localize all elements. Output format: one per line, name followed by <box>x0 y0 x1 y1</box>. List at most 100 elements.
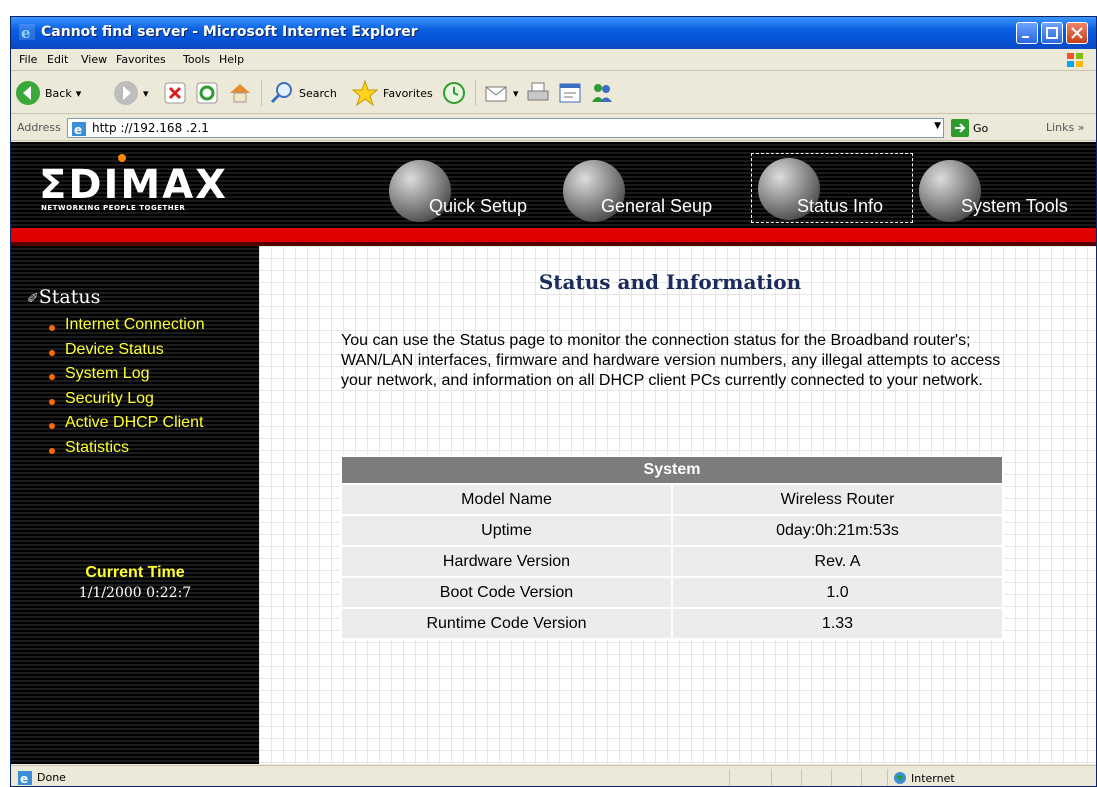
main-content: Status and Information You can use the S… <box>259 246 1096 764</box>
row-value: 1.33 <box>671 607 1004 640</box>
address-bar: Address e http ://192.168 .2.1 ▼ Go Link… <box>11 115 1096 141</box>
current-time-value: 1/1/2000 0:22:7 <box>78 585 192 601</box>
print-button[interactable] <box>525 78 551 108</box>
search-button[interactable]: Search <box>269 78 337 108</box>
refresh-button[interactable] <box>195 78 219 108</box>
row-label: Hardware Version <box>340 545 673 578</box>
sidebar-item-active-dhcp-client[interactable]: Active DHCP Client <box>47 414 203 432</box>
current-time-title: Current Time <box>85 564 185 581</box>
close-button[interactable] <box>1066 22 1088 44</box>
chevron-down-icon: ▾ <box>513 86 519 100</box>
search-icon <box>270 82 292 104</box>
sidebar-item-device-status[interactable]: Device Status <box>47 341 164 359</box>
page-content: ΣDIMAX NETWORKING PEOPLE TOGETHER Quick … <box>11 142 1096 764</box>
sidebar-item-internet-connection[interactable]: Internet Connection <box>47 316 205 334</box>
stop-icon <box>164 82 186 104</box>
header-red-bar <box>11 228 1096 242</box>
table-header: System <box>340 455 1004 485</box>
edit-button[interactable] <box>557 78 583 108</box>
star-icon <box>351 79 379 107</box>
back-arrow-icon <box>16 81 40 105</box>
menu-file[interactable]: File <box>19 53 37 66</box>
row-value: Rev. A <box>671 545 1004 578</box>
sidebar: ✐Status Internet Connection Device Statu… <box>11 246 259 764</box>
close-icon <box>1071 27 1083 39</box>
toolbar-separator <box>475 80 476 106</box>
menu-edit[interactable]: Edit <box>47 53 68 66</box>
nav-quick-setup[interactable]: Quick Setup <box>389 160 559 222</box>
logo-dot <box>118 154 126 162</box>
toolbar: Back ▾ ▾ Search Favorites ▾ <box>11 72 1096 114</box>
status-bar: e Done Internet <box>11 765 1096 786</box>
edimax-logo: ΣDIMAX <box>39 162 229 208</box>
row-value: 0day:0h:21m:53s <box>671 514 1004 547</box>
stop-button[interactable] <box>163 78 187 108</box>
address-label: Address <box>17 121 61 134</box>
menu-tools[interactable]: Tools <box>183 53 210 66</box>
home-button[interactable] <box>227 78 253 108</box>
status-text: Done <box>37 771 66 784</box>
menu-help[interactable]: Help <box>219 53 244 66</box>
table-row: Boot Code Version 1.0 <box>340 576 1004 609</box>
maximize-icon <box>1046 27 1058 39</box>
chevron-down-icon: ▾ <box>75 86 82 100</box>
messenger-icon <box>592 84 612 102</box>
go-button[interactable]: Go <box>951 119 988 137</box>
minimize-icon <box>1022 36 1029 38</box>
checkmark-icon: ✐ <box>27 291 39 307</box>
maximize-button[interactable] <box>1041 22 1063 44</box>
table-row: Model Name Wireless Router <box>340 483 1004 516</box>
history-icon <box>443 82 465 104</box>
page-description: You can use the Status page to monitor t… <box>341 332 1001 389</box>
row-label: Boot Code Version <box>340 576 673 609</box>
ie-icon: e <box>19 24 35 40</box>
system-table: System Model Name Wireless Router Uptime… <box>340 455 1004 640</box>
row-label: Uptime <box>340 514 673 547</box>
page-title: Status and Information <box>538 270 802 294</box>
nav-general-setup[interactable]: General Seup <box>563 160 741 222</box>
address-input[interactable]: e http ://192.168 .2.1 ▼ <box>67 118 944 138</box>
row-value: Wireless Router <box>671 483 1004 516</box>
back-button[interactable]: Back ▾ <box>15 78 81 108</box>
minimize-button[interactable] <box>1016 22 1038 44</box>
mail-button[interactable]: ▾ <box>483 78 519 108</box>
links-button[interactable]: Links » <box>1046 121 1085 134</box>
security-zone[interactable]: Internet <box>893 771 955 785</box>
menu-favorites[interactable]: Favorites <box>116 53 166 66</box>
forward-button[interactable]: ▾ <box>113 78 149 108</box>
table-row: Runtime Code Version 1.33 <box>340 607 1004 640</box>
menu-view[interactable]: View <box>81 53 107 66</box>
history-button[interactable] <box>441 78 467 108</box>
row-value: 1.0 <box>671 576 1004 609</box>
nav-status-info[interactable]: Status Info <box>751 153 913 223</box>
row-label: Model Name <box>340 483 673 516</box>
svg-text:e: e <box>21 24 31 40</box>
refresh-icon <box>196 82 218 104</box>
favorites-button[interactable]: Favorites <box>351 78 433 108</box>
title-bar[interactable]: e Cannot find server - Microsoft Interne… <box>11 17 1096 49</box>
window-title: Cannot find server - Microsoft Internet … <box>41 24 418 40</box>
sidebar-item-system-log[interactable]: System Log <box>47 365 149 383</box>
svg-text:e: e <box>20 772 28 786</box>
mail-icon <box>485 86 507 102</box>
forward-arrow-icon <box>114 81 138 105</box>
windows-logo-icon <box>1067 53 1083 67</box>
home-icon <box>230 84 250 103</box>
page-icon: e <box>72 122 86 137</box>
sidebar-item-security-log[interactable]: Security Log <box>47 390 154 408</box>
logo-tagline: NETWORKING PEOPLE TOGETHER <box>41 204 186 212</box>
chevron-down-icon: ▾ <box>143 86 149 100</box>
sidebar-item-statistics[interactable]: Statistics <box>47 439 129 457</box>
nav-system-tools[interactable]: System Tools <box>919 160 1096 222</box>
router-header: ΣDIMAX NETWORKING PEOPLE TOGETHER Quick … <box>11 142 1096 228</box>
table-row: Uptime 0day:0h:21m:53s <box>340 514 1004 547</box>
menu-bar: File Edit View Favorites Tools Help <box>11 49 1096 71</box>
browser-window: e Cannot find server - Microsoft Interne… <box>10 16 1097 787</box>
go-arrow-icon <box>951 119 969 137</box>
svg-text:e: e <box>74 123 82 137</box>
sidebar-title: ✐Status <box>27 286 101 308</box>
page-icon: e <box>18 771 32 786</box>
globe-icon <box>894 772 906 784</box>
messenger-button[interactable] <box>589 78 615 108</box>
chevron-down-icon[interactable]: ▼ <box>934 121 941 131</box>
